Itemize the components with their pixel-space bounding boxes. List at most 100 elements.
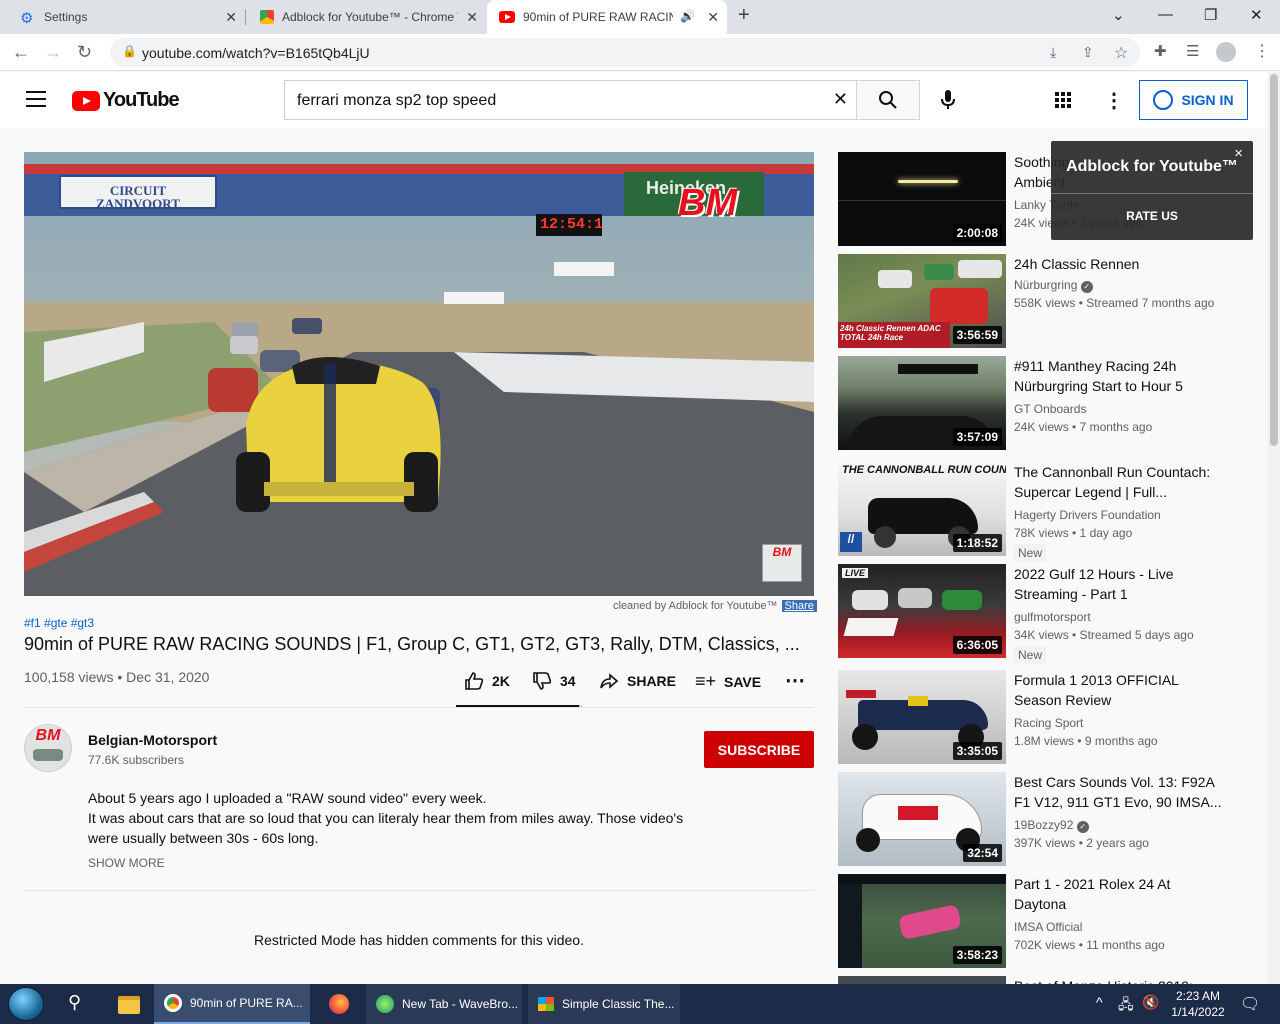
- subscribe-button[interactable]: SUBSCRIBE: [704, 731, 814, 768]
- video-title: 24h Classic Rennen: [1014, 256, 1140, 272]
- extensions-puzzle-icon[interactable]: ✚: [1154, 42, 1167, 60]
- settings-kebab-icon[interactable]: ⋮: [1104, 88, 1124, 113]
- adblock-popup: × Adblock for Youtube™ RATE US: [1051, 141, 1253, 240]
- channel-name[interactable]: IMSA Official: [1014, 920, 1082, 934]
- dislike-button[interactable]: 34: [532, 671, 576, 691]
- chrome-icon: [164, 994, 182, 1012]
- video-thumbnail[interactable]: 2:00:08: [838, 152, 1006, 246]
- reload-icon[interactable]: ↻: [77, 42, 92, 63]
- speaker-icon[interactable]: 🔊: [680, 9, 695, 23]
- search-input[interactable]: ferrari monza sp2 top speed ✕: [284, 80, 858, 120]
- notifications-icon[interactable]: 🗨: [1240, 994, 1260, 1014]
- channel-name[interactable]: Belgian-Motorsport: [88, 732, 217, 748]
- taskbar-chrome-window[interactable]: 90min of PURE RA...: [154, 984, 310, 1024]
- microphone-icon[interactable]: [941, 90, 955, 110]
- search-button[interactable]: [856, 80, 920, 120]
- related-video-item[interactable]: 24h Classic Rennen ADAC TOTAL 24h Race 3…: [838, 254, 1258, 350]
- video-thumbnail[interactable]: 24h Classic Rennen ADAC TOTAL 24h Race 3…: [838, 254, 1006, 348]
- forward-arrow-icon[interactable]: →: [44, 42, 62, 63]
- video-meta: 397K views • 2 years ago: [1014, 836, 1149, 850]
- reading-list-icon[interactable]: ☰: [1186, 42, 1199, 60]
- start-orb-icon[interactable]: [8, 987, 44, 1021]
- video-thumbnail[interactable]: 3:35:05: [838, 670, 1006, 764]
- scrollbar-thumb[interactable]: [1270, 74, 1278, 446]
- description-line: It was about cars that are so loud that …: [88, 810, 684, 826]
- webstore-icon: [260, 10, 274, 24]
- close-icon[interactable]: ✕: [225, 9, 237, 26]
- volume-muted-icon[interactable]: 🔇: [1142, 994, 1159, 1011]
- popup-divider: [1051, 193, 1253, 194]
- clock[interactable]: 2:23 AM 1/14/2022: [1166, 988, 1230, 1020]
- description-line: were usually between 30s - 60s long.: [88, 830, 319, 846]
- sign-in-label: SIGN IN: [1181, 92, 1234, 108]
- video-meta: 34K views • Streamed 5 days ago: [1014, 628, 1194, 642]
- youtube-logo[interactable]: YouTube: [72, 89, 180, 112]
- network-icon[interactable]: 🖧: [1118, 994, 1134, 1018]
- save-label: SAVE: [724, 673, 762, 690]
- tab-adblock[interactable]: Adblock for Youtube™ - Chrome We ✕: [246, 0, 486, 34]
- channel-name[interactable]: 19Bozzy92 ✓: [1014, 818, 1089, 833]
- taskbar-classic-theme-window[interactable]: Simple Classic The...: [528, 984, 680, 1024]
- sign-in-button[interactable]: SIGN IN: [1139, 80, 1248, 120]
- page-scrollbar[interactable]: [1268, 72, 1280, 984]
- video-player[interactable]: CIRCUIT ZANDVOORT 12:54:1 Heineken BM BM: [24, 152, 814, 596]
- video-thumbnail[interactable]: LIVE 6:36:05: [838, 564, 1006, 658]
- video-title: The Cannonball Run Countach: Supercar Le…: [1014, 464, 1211, 500]
- tray-chevron-icon[interactable]: ^: [1096, 994, 1103, 1010]
- file-explorer-icon[interactable]: [118, 996, 140, 1014]
- video-hashtags[interactable]: #f1 #gte #gt3: [24, 616, 94, 630]
- tab-youtube-video[interactable]: 90min of PURE RAW RACING 🔊 ✕: [487, 0, 727, 34]
- close-icon[interactable]: ✕: [707, 9, 719, 26]
- channel-name[interactable]: gulfmotorsport: [1014, 610, 1091, 624]
- channel-name[interactable]: Racing Sport: [1014, 716, 1083, 730]
- apps-grid-icon[interactable]: [1055, 92, 1071, 108]
- tab-settings[interactable]: ⚙ Settings ✕: [0, 0, 245, 34]
- new-tab-button[interactable]: +: [738, 4, 750, 27]
- rate-us-button[interactable]: RATE US: [1051, 209, 1253, 223]
- install-icon[interactable]: ⤓: [1050, 44, 1056, 61]
- search-icon[interactable]: ⚲: [68, 992, 81, 1013]
- related-video-item[interactable]: LIVE 6:36:05 2022 Gulf 12 Hours - Live S…: [838, 564, 1258, 664]
- profile-avatar-icon[interactable]: [1216, 42, 1236, 62]
- channel-name[interactable]: GT Onboards: [1014, 402, 1086, 416]
- browser-tab-strip: ⚙ Settings ✕ Adblock for Youtube™ - Chro…: [0, 0, 1280, 34]
- related-video-item[interactable]: 3:58:23 Part 1 - 2021 Rolex 24 At Dayton…: [838, 874, 1258, 970]
- back-arrow-icon[interactable]: ←: [12, 42, 30, 63]
- bookmark-star-icon[interactable]: ☆: [1114, 43, 1128, 63]
- minimize-icon[interactable]: —: [1158, 6, 1173, 23]
- video-thumbnail[interactable]: THE CANNONBALL RUN COUNTACH // 1:18:52: [838, 462, 1006, 556]
- window-close-icon[interactable]: ✕: [1250, 6, 1263, 24]
- video-thumbnail[interactable]: 3:58:23: [838, 874, 1006, 968]
- more-actions-icon[interactable]: ⋯: [785, 668, 805, 693]
- taskbar-wavebrowser-window[interactable]: New Tab - WaveBro...: [366, 984, 522, 1024]
- view-count-date: 100,158 views • Dec 31, 2020: [24, 669, 210, 685]
- related-video-item[interactable]: Best of Monza Historic 2019:: [838, 976, 1258, 984]
- tab-search-chevron-icon[interactable]: ⌄: [1112, 6, 1125, 24]
- video-thumbnail[interactable]: [838, 976, 1006, 984]
- restore-icon[interactable]: ❐: [1204, 6, 1217, 24]
- related-video-item[interactable]: 3:57:09 #911 Manthey Racing 24h Nürburgr…: [838, 356, 1258, 452]
- related-video-item[interactable]: THE CANNONBALL RUN COUNTACH // 1:18:52 T…: [838, 462, 1258, 562]
- share-icon[interactable]: ⇪: [1082, 44, 1094, 61]
- address-bar[interactable]: 🔒 youtube.com/watch?v=B165tQb4LjU ⤓ ⇪ ☆: [110, 38, 1140, 67]
- channel-avatar[interactable]: BM: [24, 724, 72, 772]
- verified-check-icon: ✓: [1076, 821, 1089, 833]
- adblock-share-badge[interactable]: Share: [781, 600, 817, 612]
- clear-search-icon[interactable]: ✕: [833, 89, 848, 110]
- like-button[interactable]: 2K: [464, 671, 510, 691]
- show-more-button[interactable]: SHOW MORE: [88, 856, 165, 870]
- video-title: 2022 Gulf 12 Hours - Live Streaming - Pa…: [1014, 566, 1174, 602]
- chrome-menu-icon[interactable]: ⋮: [1254, 41, 1270, 61]
- hamburger-menu-icon[interactable]: [26, 91, 46, 107]
- video-thumbnail[interactable]: 32:54: [838, 772, 1006, 866]
- firefox-icon[interactable]: [329, 994, 349, 1014]
- bm-corner-logo[interactable]: BM: [762, 544, 802, 582]
- save-button[interactable]: ≡+ SAVE: [695, 671, 761, 692]
- share-button[interactable]: SHARE: [599, 671, 676, 691]
- related-video-item[interactable]: 3:35:05 Formula 1 2013 OFFICIAL Season R…: [838, 670, 1258, 766]
- channel-name[interactable]: Nürburgring ✓: [1014, 278, 1093, 293]
- related-video-item[interactable]: 32:54 Best Cars Sounds Vol. 13: F92A F1 …: [838, 772, 1258, 868]
- channel-name[interactable]: Hagerty Drivers Foundation: [1014, 508, 1161, 522]
- close-icon[interactable]: ✕: [466, 9, 478, 26]
- video-thumbnail[interactable]: 3:57:09: [838, 356, 1006, 450]
